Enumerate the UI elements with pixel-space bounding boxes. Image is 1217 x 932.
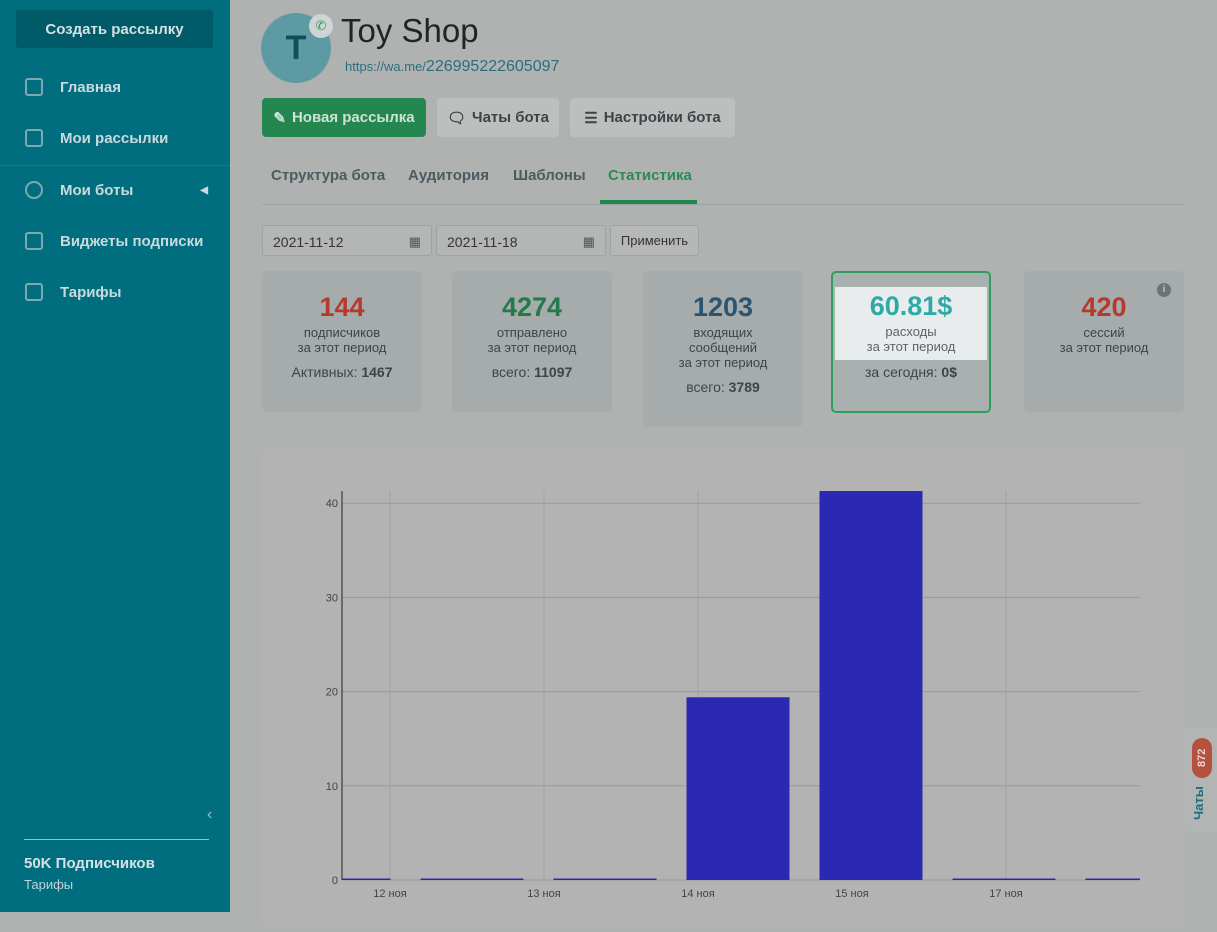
- stat-period: за этот период: [487, 340, 577, 355]
- chat-icon: 🗨: [447, 109, 467, 127]
- date-value: 2021-11-12: [273, 234, 344, 250]
- stat-sub: Активных: 1467: [291, 364, 393, 380]
- bar: [342, 878, 391, 880]
- tab-templates[interactable]: Шаблоны: [513, 167, 586, 184]
- sidebar-item-label: Тарифы: [60, 283, 122, 301]
- stat-label: сессий: [1083, 325, 1125, 340]
- new-mailing-button[interactable]: ✎ Новая рассылка: [262, 98, 426, 137]
- whatsapp-icon: ✆: [309, 14, 333, 38]
- bar: [1085, 878, 1140, 880]
- stat-value: 1203: [692, 292, 754, 322]
- sidebar-item-bots[interactable]: Мои боты ◀: [0, 165, 230, 215]
- x-tick-label: 14 ноя: [681, 888, 714, 900]
- widget-icon: [25, 232, 43, 250]
- sliders-icon: [25, 78, 43, 96]
- tabs-divider: [262, 204, 1184, 205]
- bar: [686, 697, 790, 880]
- sidebar-item-mailings[interactable]: Мои рассылки: [0, 113, 230, 163]
- sidebar: Создать рассылку Главная Мои рассылки Мо…: [0, 0, 230, 912]
- sidebar-item-label: Мои боты: [60, 181, 134, 199]
- bar-chart: 0 10 20 30 40 12 ноя 13 ноя 14 ноя 15 ноя 17 ноя: [326, 491, 1140, 900]
- bar: [952, 878, 1056, 880]
- sidebar-item-home[interactable]: Главная: [0, 62, 230, 112]
- sidebar-item-label: Мои рассылки: [60, 129, 169, 147]
- tab-statistics[interactable]: Статистика: [608, 167, 692, 184]
- stat-label: расходы: [885, 324, 937, 339]
- highlight-box: 60.81$ расходы за этот период: [835, 287, 987, 360]
- y-tick-label: 0: [332, 875, 338, 887]
- stat-card-subscribers: 144 подписчиков за этот период Активных:…: [262, 271, 422, 412]
- x-tick-label: 15 ноя: [835, 888, 868, 900]
- button-label: Настройки бота: [603, 109, 721, 126]
- wallet-icon: [25, 283, 43, 301]
- apply-button[interactable]: Применить: [610, 225, 699, 256]
- stat-label: входящих: [693, 325, 753, 340]
- stat-period: за этот период: [1059, 340, 1149, 355]
- stat-period: за этот период: [297, 340, 387, 355]
- date-value: 2021-11-18: [447, 234, 518, 250]
- x-tick-label: 12 ноя: [373, 888, 406, 900]
- button-label: Чаты бота: [472, 109, 549, 126]
- sidebar-item-tariffs[interactable]: Тарифы: [0, 267, 230, 317]
- sidebar-item-label: Виджеты подписки: [60, 232, 204, 250]
- stat-value: 420: [1081, 292, 1127, 322]
- bar: [420, 878, 524, 880]
- stat-sub: за сегодня: 0$: [865, 364, 957, 380]
- stat-label: подписчиков: [303, 325, 381, 340]
- stat-sub: всего: 3789: [686, 379, 760, 395]
- date-from-input[interactable]: 2021-11-12 ▦: [262, 225, 432, 256]
- globe-icon: [25, 181, 43, 199]
- stat-period: за этот период: [866, 339, 956, 354]
- bar: [819, 491, 923, 880]
- chats-count-badge: 872: [1192, 738, 1212, 778]
- create-mailing-button[interactable]: Создать рассылку: [16, 10, 213, 48]
- x-tick-label: 13 ноя: [527, 888, 560, 900]
- bot-chats-button[interactable]: 🗨 Чаты бота: [437, 98, 559, 137]
- sidebar-item-widgets[interactable]: Виджеты подписки: [0, 216, 230, 266]
- sidebar-item-label: Главная: [60, 78, 122, 96]
- chats-tab-label: Чаты: [1191, 786, 1206, 820]
- bar: [553, 878, 657, 880]
- stat-label: сообщений: [688, 340, 758, 355]
- stat-value: 144: [319, 292, 365, 322]
- calendar-icon[interactable]: ▦: [409, 234, 421, 249]
- y-tick-label: 20: [326, 687, 338, 699]
- stat-value: 4274: [501, 292, 563, 322]
- caret-left-icon: ◀: [200, 184, 208, 196]
- active-tab-indicator: [600, 200, 697, 204]
- button-label: Новая рассылка: [291, 109, 415, 126]
- plan-name: 50K Подписчиков: [24, 855, 155, 872]
- y-tick-label: 10: [326, 781, 338, 793]
- link-prefix: https://wa.me/: [345, 59, 426, 74]
- stat-card-incoming: 1203 входящих сообщений за этот период в…: [643, 271, 803, 427]
- plan-tariffs-link[interactable]: Тарифы: [24, 877, 73, 892]
- tab-audience[interactable]: Аудитория: [408, 167, 489, 184]
- collapse-sidebar-icon[interactable]: ‹: [207, 806, 212, 824]
- edit-icon: ✎: [273, 109, 286, 127]
- date-to-input[interactable]: 2021-11-18 ▦: [436, 225, 606, 256]
- stat-card-sent: 4274 отправлено за этот период всего: 11…: [452, 271, 612, 412]
- y-tick-label: 30: [326, 592, 338, 604]
- tab-structure[interactable]: Структура бота: [271, 167, 385, 184]
- chart-card: 0 10 20 30 40 12 ноя 13 ноя 14 ноя 15 ноя 17 ноя: [262, 447, 1184, 927]
- divider: [24, 839, 209, 840]
- sliders-icon: ☰: [584, 109, 598, 127]
- stat-period: за этот период: [678, 355, 768, 370]
- info-icon[interactable]: i: [1157, 283, 1171, 297]
- chats-side-tab[interactable]: 872 Чаты: [1181, 728, 1217, 831]
- stat-card-expenses: 60.81$ расходы за этот период за сегодня…: [831, 271, 991, 413]
- bot-title: Toy Shop: [341, 12, 479, 49]
- bot-settings-button[interactable]: ☰ Настройки бота: [570, 98, 735, 137]
- link-number: 226995222605097: [425, 58, 560, 75]
- stat-sub: всего: 11097: [491, 364, 573, 380]
- bot-link[interactable]: https://wa.me/226995222605097: [345, 58, 559, 76]
- stat-value: 60.81$: [869, 291, 953, 321]
- calendar-icon[interactable]: ▦: [583, 234, 595, 249]
- x-tick-label: 17 ноя: [989, 888, 1022, 900]
- stat-label: отправлено: [496, 325, 568, 340]
- upload-icon: [25, 129, 43, 147]
- y-tick-label: 40: [326, 498, 338, 510]
